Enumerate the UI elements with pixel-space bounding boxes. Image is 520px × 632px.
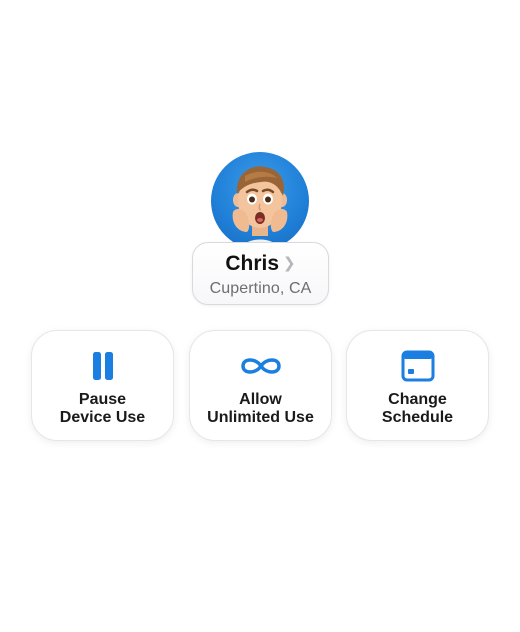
calendar-icon [401, 350, 434, 382]
profile-name-row: Chris ❯ [193, 251, 328, 277]
pause-device-use-label: Pause Device Use [59, 391, 146, 426]
profile-name: Chris [225, 252, 280, 275]
allow-unlimited-use-button[interactable]: Allow Unlimited Use [189, 330, 332, 441]
pause-device-use-button[interactable]: Pause Device Use [31, 330, 174, 441]
avatar[interactable] [211, 152, 309, 250]
profile-location: Cupertino, CA [209, 280, 312, 297]
pause-icon [92, 352, 113, 380]
infinity-icon [240, 358, 281, 374]
allow-unlimited-use-label: Allow Unlimited Use [207, 391, 314, 426]
chevron-right-icon: ❯ [283, 255, 296, 272]
change-schedule-button[interactable]: Change Schedule [346, 330, 489, 441]
memoji-avatar-icon [232, 166, 288, 250]
change-schedule-label: Change Schedule [381, 391, 454, 426]
profile-card[interactable]: Chris ❯ Cupertino, CA [192, 242, 329, 305]
screen: Chris ❯ Cupertino, CA Pause Device Use Al… [0, 0, 520, 632]
